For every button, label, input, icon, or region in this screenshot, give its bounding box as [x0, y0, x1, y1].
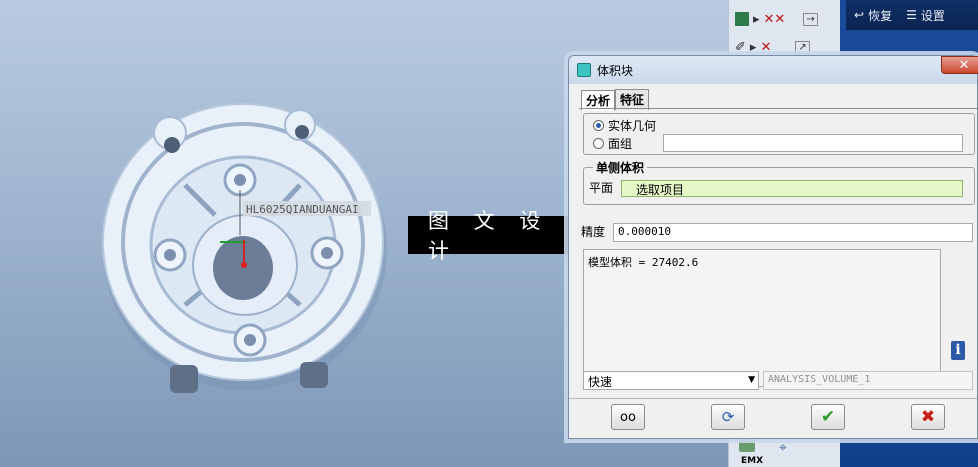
plane-selector[interactable]: 选取项目	[621, 180, 963, 197]
radio-quilt-label: 面组	[608, 137, 633, 151]
radio-dot	[593, 138, 604, 149]
brush-icon: ✐	[735, 39, 746, 55]
undo-label: 恢复	[868, 8, 893, 23]
boss-hole	[164, 249, 176, 261]
tab-strip: 分析 特征	[581, 89, 650, 111]
chevron-down-icon: ▼	[748, 375, 755, 385]
dialog-title: 体积块	[597, 63, 634, 78]
close-button[interactable]: ✕	[941, 56, 978, 74]
settings-button[interactable]: ☰ 设置	[906, 7, 945, 24]
cancel-button[interactable]: ✖	[911, 404, 945, 430]
radio-solid-label: 实体几何	[608, 119, 657, 133]
emx-label: EMX	[741, 456, 764, 466]
list-icon: ☰	[906, 8, 917, 22]
result-area: 模型体积 = 27402.6	[583, 249, 941, 387]
tab-body: 实体几何 面组 单侧体积 平面 选取项目 精度 0.000010 模型体积 = …	[579, 108, 977, 438]
check-icon: ✔	[820, 407, 836, 427]
watermark: 图 文 设 计	[408, 209, 570, 263]
dialog-titlebar[interactable]: 体积块	[569, 56, 977, 84]
tab-feature[interactable]: 特征	[615, 89, 650, 110]
boss-hole	[244, 334, 256, 346]
leg	[300, 362, 328, 388]
repeat-button[interactable]: ⟳	[711, 404, 745, 430]
mode-select-value: 快速	[588, 375, 613, 389]
glasses-icon: oo	[620, 409, 636, 425]
resize-icon: ↗	[795, 40, 810, 54]
play-icon: ▸	[749, 39, 757, 55]
model-annotation: HL6025QIANDUANGAI	[246, 203, 359, 216]
cancel-icon: ✖	[920, 407, 936, 427]
close-icon: ✕	[958, 57, 970, 73]
quilt-field[interactable]	[663, 134, 963, 152]
undo-button[interactable]: ↩ 恢复	[854, 7, 892, 24]
axis-cross-icon: ✕	[760, 39, 772, 55]
result-text: 模型体积 = 27402.6	[588, 256, 699, 269]
info-icon[interactable]: i	[951, 341, 965, 360]
ok-button[interactable]: ✔	[811, 404, 845, 430]
toolstrip-row[interactable]: ▸ ✕✕ →	[735, 8, 835, 30]
undo-icon: ↩	[854, 8, 865, 22]
arrow-icon: →	[803, 12, 818, 26]
axis-origin	[241, 262, 247, 268]
precision-label: 精度	[581, 225, 606, 239]
boss-hole	[321, 247, 333, 259]
target-icon[interactable]: ⌖	[779, 440, 787, 456]
precision-input[interactable]: 0.000010	[613, 223, 973, 242]
volume-dialog: 体积块 ✕ 分析 特征 实体几何 面组 单侧体积 平面 选取项目 精度 0.00…	[568, 55, 978, 439]
mode-select[interactable]: 快速 ▼	[583, 371, 759, 390]
radio-solid[interactable]: 实体几何	[593, 117, 656, 134]
cross-marks-icon: ✕✕	[763, 11, 786, 27]
action-bar: oo ⟳ ✔ ✖	[569, 398, 977, 438]
lug-hole	[164, 137, 180, 153]
radio-dot	[593, 120, 604, 131]
panel-toolbar: ↩ 恢复 ☰ 设置	[846, 0, 978, 30]
settings-label: 设置	[920, 8, 945, 23]
one-sided-title: 单侧体积	[593, 159, 648, 176]
analysis-name-field[interactable]: ANALYSIS_VOLUME_1	[763, 371, 973, 390]
app-icon	[577, 63, 591, 77]
leg	[170, 365, 198, 393]
grid-icon	[735, 12, 749, 26]
lug-hole	[295, 125, 309, 139]
refresh-icon: ⟳	[721, 408, 735, 426]
boss-hole	[234, 174, 246, 186]
preview-button[interactable]: oo	[611, 404, 645, 430]
plane-label: 平面	[589, 181, 614, 195]
radio-quilt[interactable]: 面组	[593, 135, 632, 152]
play-icon: ▸	[753, 11, 760, 27]
